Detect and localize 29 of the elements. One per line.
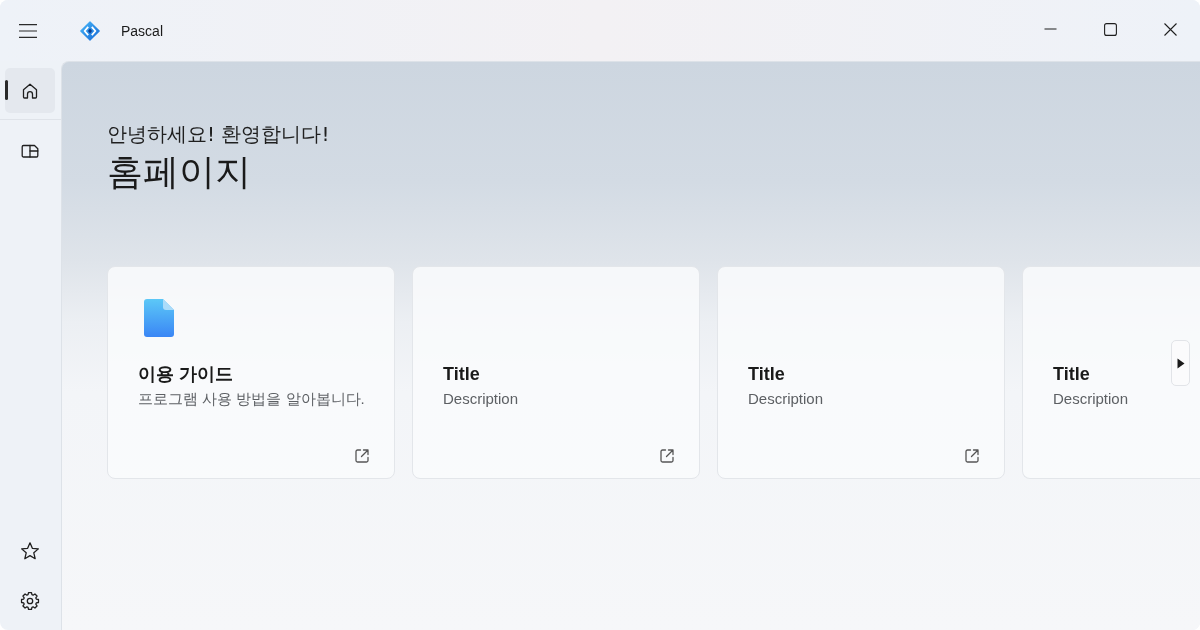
external-link-icon[interactable] [353, 447, 371, 465]
link-card[interactable]: 이용 가이드 프로그램 사용 방법을 알아봅니다. [107, 266, 395, 479]
card-description: Description [443, 389, 519, 409]
minimize-icon [1043, 28, 1057, 30]
external-link-icon[interactable] [658, 447, 676, 465]
card-title: Title [443, 363, 480, 385]
card-description: Description [1053, 389, 1129, 409]
card-title: Title [1053, 363, 1090, 385]
link-card[interactable]: Title Description [412, 266, 700, 479]
caret-icon [1176, 357, 1185, 369]
card-description: Description [748, 389, 824, 409]
page-title: 홈페이지 [107, 150, 251, 194]
external-link-icon[interactable] [963, 447, 981, 465]
link-card[interactable]: Title Description [717, 266, 1005, 479]
nav-item[interactable] [5, 68, 55, 113]
card-title: Title [748, 363, 785, 385]
star-icon [20, 540, 40, 561]
card-title: 이용 가이드 [138, 363, 233, 385]
card-description: 프로그램 사용 방법을 알아봅니다. [138, 389, 365, 409]
app-icon [80, 20, 100, 41]
window-title: Pascal [121, 22, 164, 39]
greeting-text: 안녕하세요! 환영합니다! [107, 121, 330, 147]
maximize-icon [1103, 22, 1117, 36]
file-icon [144, 299, 174, 337]
close-icon [1163, 22, 1177, 36]
scroll-right-button[interactable] [1171, 340, 1190, 386]
menu-icon [19, 23, 37, 38]
settings-icon [20, 590, 40, 611]
link-card[interactable]: Title Description [1022, 266, 1200, 479]
